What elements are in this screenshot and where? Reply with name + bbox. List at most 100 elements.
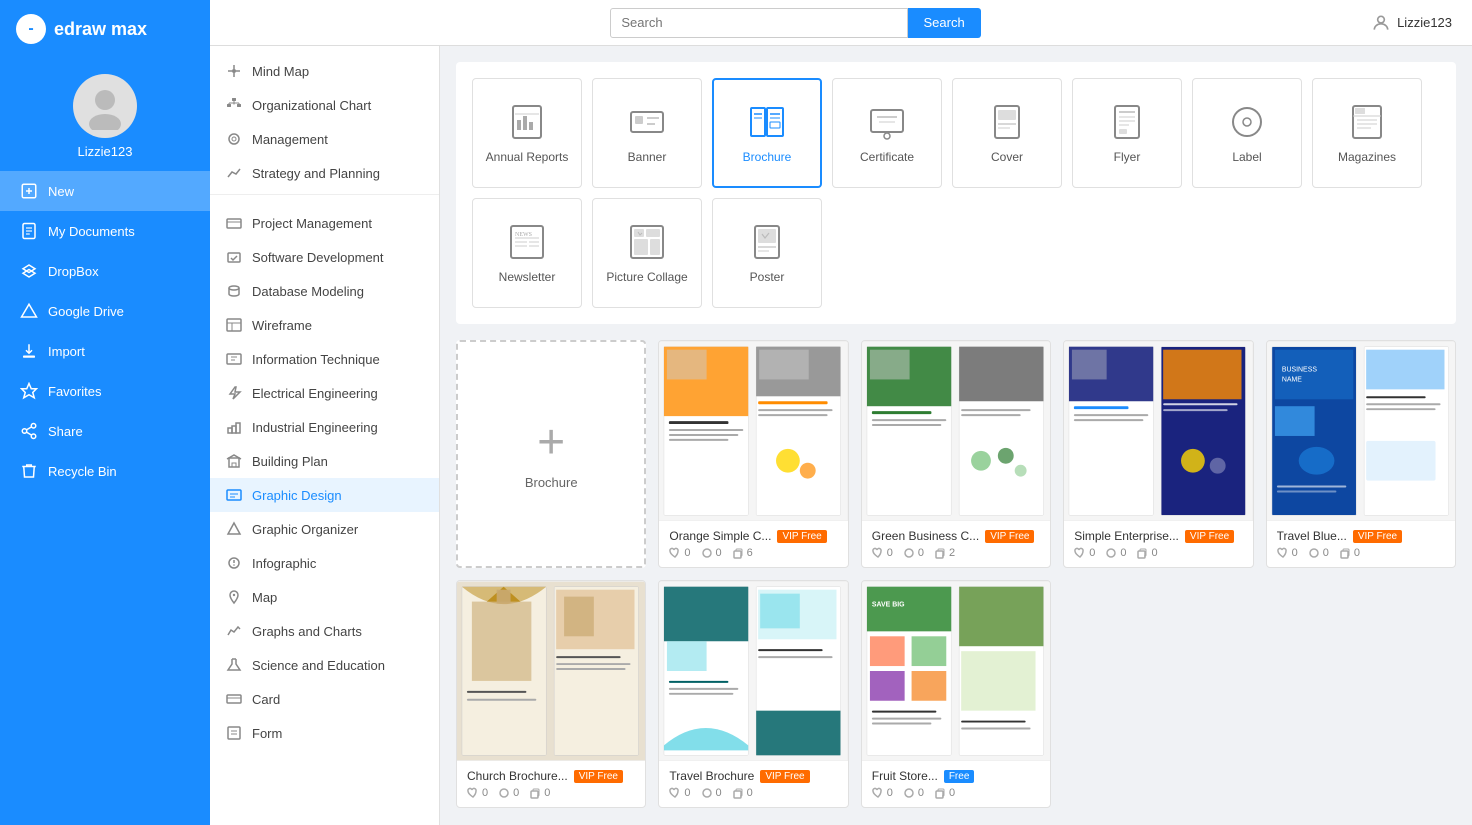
sidebar-item-favorites[interactable]: Favorites <box>0 371 210 411</box>
stat-copies-enterprise: 0 <box>1136 547 1157 559</box>
cat-form[interactable]: Form <box>210 716 439 750</box>
cat-graphic-org[interactable]: Graphic Organizer <box>210 512 439 546</box>
template-name-teal: Travel Brochure VIP Free <box>669 769 837 783</box>
cat-project-mgmt[interactable]: Project Management <box>210 206 439 240</box>
vip-badge-orange: VIP Free <box>777 530 826 543</box>
sidebar-nav: New My Documents DropBox Google Drive Im… <box>0 171 210 491</box>
search-input[interactable] <box>610 8 907 38</box>
type-card-magazines[interactable]: Magazines <box>1312 78 1422 188</box>
stat-likes-orange: 0 <box>669 547 690 559</box>
type-magazines-label: Magazines <box>1338 150 1396 164</box>
flyer-icon <box>1107 102 1147 142</box>
like-icon <box>669 547 681 559</box>
stat-copies-orange: 6 <box>732 547 753 559</box>
template-new-card[interactable]: + Brochure <box>456 340 646 568</box>
sidebar-item-google-drive[interactable]: Google Drive <box>0 291 210 331</box>
sidebar-item-recycle-bin[interactable]: Recycle Bin <box>0 451 210 491</box>
picture-collage-icon <box>627 222 667 262</box>
cat-card[interactable]: Card <box>210 682 439 716</box>
type-card-label[interactable]: Label <box>1192 78 1302 188</box>
template-card-blue-travel[interactable]: BUSINESS NAME <box>1266 340 1456 568</box>
cat-mind-map[interactable]: Mind Map <box>210 54 439 88</box>
cover-icon <box>987 102 1027 142</box>
template-preview-blue-travel: BUSINESS NAME <box>1267 341 1455 521</box>
stat-hearts-enterprise: 0 <box>1105 547 1126 559</box>
topbar: Search Lizzie123 <box>210 0 1472 46</box>
app-logo-icon: - <box>16 14 46 44</box>
sidebar-item-share-label: Share <box>48 424 83 439</box>
type-card-flyer[interactable]: Flyer <box>1072 78 1182 188</box>
type-card-cover[interactable]: Cover <box>952 78 1062 188</box>
type-card-brochure[interactable]: Brochure <box>712 78 822 188</box>
cat-science-edu[interactable]: Science and Education <box>210 648 439 682</box>
template-info-orange: Orange Simple C... VIP Free 0 0 <box>659 521 847 567</box>
username: Lizzie123 <box>78 144 133 159</box>
cat-graphs-charts[interactable]: Graphs and Charts <box>210 614 439 648</box>
cat-graphic-design-label: Graphic Design <box>252 488 342 503</box>
cat-management[interactable]: Management <box>210 122 439 156</box>
template-info-fruit: Fruit Store... Free 0 0 <box>862 761 1050 807</box>
search-button[interactable]: Search <box>908 8 981 38</box>
type-cover-label: Cover <box>991 150 1023 164</box>
heart-icon-teal <box>701 787 713 799</box>
heart-icon-fruit <box>903 787 915 799</box>
template-card-enterprise[interactable]: Simple Enterprise... VIP Free 0 0 <box>1063 340 1253 568</box>
cat-electrical[interactable]: Electrical Engineering <box>210 376 439 410</box>
type-card-poster[interactable]: Poster <box>712 198 822 308</box>
certificate-icon <box>867 102 907 142</box>
template-card-teal[interactable]: Travel Brochure VIP Free 0 0 <box>658 580 848 808</box>
annual-reports-icon <box>507 102 547 142</box>
form-icon <box>226 725 242 741</box>
sidebar-item-share[interactable]: Share <box>0 411 210 451</box>
cat-strategy[interactable]: Strategy and Planning <box>210 156 439 190</box>
template-card-fruit[interactable]: SAVE BIG <box>861 580 1051 808</box>
like-icon-teal <box>669 787 681 799</box>
like-icon-blue-travel <box>1277 547 1289 559</box>
user-avatar-icon <box>81 82 129 130</box>
sidebar-item-new[interactable]: New <box>0 171 210 211</box>
svg-text:NAME: NAME <box>1281 376 1301 383</box>
cat-info-tech[interactable]: Information Technique <box>210 342 439 376</box>
cat-graphic-design[interactable]: Graphic Design <box>210 478 439 512</box>
cat-infographic[interactable]: Infographic <box>210 546 439 580</box>
type-card-newsletter[interactable]: NEWS Newsletter <box>472 198 582 308</box>
type-card-annual-reports[interactable]: Annual Reports <box>472 78 582 188</box>
logo-area: - edraw max <box>0 0 210 58</box>
info-tech-icon <box>226 351 242 367</box>
copy-icon-enterprise <box>1136 547 1148 559</box>
template-info-blue-travel: Travel Blue... VIP Free 0 0 <box>1267 521 1455 567</box>
heart-icon <box>701 547 713 559</box>
type-card-picture-collage[interactable]: Picture Collage <box>592 198 702 308</box>
sidebar-item-dropbox[interactable]: DropBox <box>0 251 210 291</box>
stat-likes-enterprise: 0 <box>1074 547 1095 559</box>
app-name: edraw max <box>54 19 147 40</box>
sidebar-item-recycle-bin-label: Recycle Bin <box>48 464 117 479</box>
template-card-church[interactable]: Church Brochure... VIP Free 0 0 <box>456 580 646 808</box>
magazines-icon <box>1347 102 1387 142</box>
template-card-green[interactable]: Green Business C... VIP Free 0 0 <box>861 340 1051 568</box>
stat-hearts-green: 0 <box>903 547 924 559</box>
cat-map[interactable]: Map <box>210 580 439 614</box>
banner-icon <box>627 102 667 142</box>
cat-wireframe[interactable]: Wireframe <box>210 308 439 342</box>
cat-building[interactable]: Building Plan <box>210 444 439 478</box>
heart-icon-church <box>498 787 510 799</box>
cat-infographic-label: Infographic <box>252 556 316 571</box>
template-card-orange[interactable]: Orange Simple C... VIP Free 0 0 <box>658 340 848 568</box>
type-card-banner[interactable]: Banner <box>592 78 702 188</box>
template-preview-green <box>862 341 1050 521</box>
cat-database[interactable]: Database Modeling <box>210 274 439 308</box>
cat-industrial[interactable]: Industrial Engineering <box>210 410 439 444</box>
new-card-label: Brochure <box>525 475 578 490</box>
sidebar-item-my-documents[interactable]: My Documents <box>0 211 210 251</box>
copy-icon-teal <box>732 787 744 799</box>
type-brochure-label: Brochure <box>743 150 792 164</box>
vip-badge-teal: VIP Free <box>760 770 809 783</box>
cat-software-dev[interactable]: Software Development <box>210 240 439 274</box>
vip-badge-blue-travel: VIP Free <box>1353 530 1402 543</box>
sidebar-item-new-label: New <box>48 184 74 199</box>
type-card-certificate[interactable]: Certificate <box>832 78 942 188</box>
template-stats-church: 0 0 0 <box>467 787 635 799</box>
cat-org-chart[interactable]: Organizational Chart <box>210 88 439 122</box>
sidebar-item-import[interactable]: Import <box>0 331 210 371</box>
